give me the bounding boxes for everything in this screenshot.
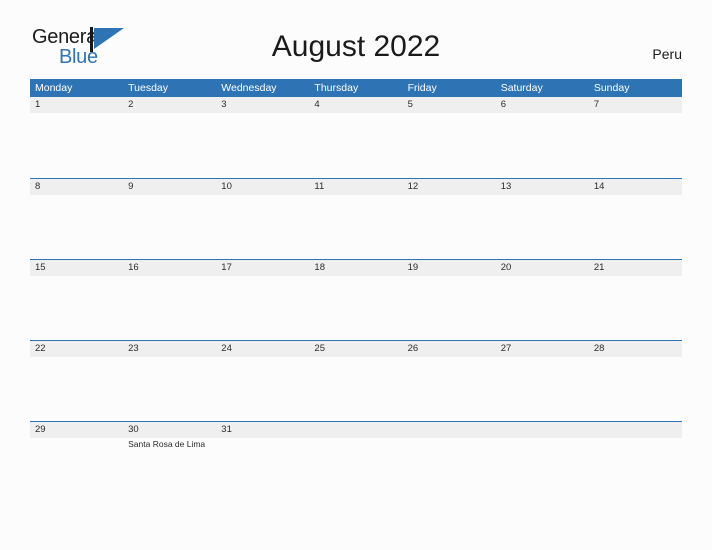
day-number: 10 [221, 181, 232, 192]
calendar-day-cell[interactable]: 23 [123, 341, 216, 421]
day-number: 3 [221, 99, 227, 110]
calendar-day-cell[interactable]: 24 [216, 341, 309, 421]
day-number: 22 [35, 343, 46, 354]
calendar-day-cell[interactable]: 28 [589, 341, 682, 421]
calendar-day-cell-empty [309, 422, 402, 502]
weekday-header-saturday: Saturday [500, 82, 543, 94]
calendar-day-cell[interactable]: 25 [309, 341, 402, 421]
calendar-day-cell-empty [403, 422, 496, 502]
calendar-day-cell[interactable]: 29 [30, 422, 123, 502]
day-number: 1 [35, 99, 41, 110]
day-number: 5 [407, 99, 413, 110]
day-number: 7 [593, 99, 600, 110]
calendar-week-row: 29 30 Santa Rosa de Lima 31 [30, 421, 682, 502]
day-number: 16 [128, 262, 139, 273]
day-number: 27 [500, 343, 512, 354]
day-number: 12 [407, 181, 419, 192]
calendar-day-cell[interactable]: 16 [123, 260, 216, 340]
day-number: 20 [500, 262, 512, 273]
day-number: 4 [314, 99, 320, 110]
day-number: 13 [500, 181, 512, 192]
weekday-header-wednesday: Wednesday [221, 82, 277, 94]
day-number: 2 [128, 99, 134, 110]
day-number: 18 [314, 262, 325, 273]
day-events: Santa Rosa de Lima [128, 439, 212, 450]
day-number: 19 [407, 262, 419, 273]
page-header: General Blue August 2022 Peru [0, 0, 712, 74]
day-number: 28 [593, 343, 605, 354]
calendar-weeks: 1 2 3 4 5 6 7 8 9 10 11 12 13 14 15 16 17 18 19 20 21 22 23 24 2… [30, 97, 682, 502]
weekday-header-thursday: Thursday [314, 82, 359, 94]
calendar-day-cell[interactable]: 27 [496, 341, 589, 421]
calendar-day-cell[interactable]: 21 [589, 260, 682, 340]
day-number: 15 [35, 262, 46, 273]
day-number: 9 [128, 181, 134, 192]
calendar-week-row: 1 2 3 4 5 6 7 [30, 97, 682, 178]
day-number: 23 [128, 343, 139, 354]
calendar-day-cell[interactable]: 7 [589, 97, 682, 178]
calendar-day-cell[interactable]: 8 [30, 179, 123, 259]
calendar-day-cell-empty [589, 422, 682, 502]
weekday-header-friday: Friday [407, 82, 437, 94]
calendar-day-cell[interactable]: 6 [496, 97, 589, 178]
day-number: 6 [500, 99, 506, 110]
calendar-day-cell[interactable]: 18 [309, 260, 402, 340]
calendar-week-row: 22 23 24 25 26 27 28 [30, 340, 682, 421]
day-number: 26 [407, 343, 419, 354]
calendar-day-cell[interactable]: 17 [216, 260, 309, 340]
calendar-day-cell[interactable]: 20 [496, 260, 589, 340]
weekday-header-row: Monday Tuesday Wednesday Thursday Friday… [30, 79, 682, 97]
calendar-day-cell[interactable]: 11 [309, 179, 402, 259]
calendar-day-cell[interactable]: 4 [309, 97, 402, 178]
calendar-day-cell[interactable]: 15 [30, 260, 123, 340]
calendar-day-cell[interactable]: 31 [216, 422, 309, 502]
calendar-day-cell[interactable]: 2 [123, 97, 216, 178]
calendar-day-cell[interactable]: 5 [403, 97, 496, 178]
weekday-header-tuesday: Tuesday [128, 82, 169, 94]
calendar-day-cell[interactable]: 13 [496, 179, 589, 259]
day-number: 21 [593, 262, 605, 273]
day-number: 17 [221, 262, 232, 273]
calendar-day-cell[interactable]: 1 [30, 97, 123, 178]
calendar-week-row: 15 16 17 18 19 20 21 [30, 259, 682, 340]
region-label: Peru [652, 46, 682, 62]
day-number: 29 [35, 424, 46, 435]
calendar-day-cell[interactable]: 12 [403, 179, 496, 259]
day-number: 31 [221, 424, 232, 435]
page-title: August 2022 [271, 30, 441, 63]
calendar-day-cell[interactable]: 30 Santa Rosa de Lima [123, 422, 216, 502]
calendar-grid: Monday Tuesday Wednesday Thursday Friday… [30, 79, 682, 502]
calendar-week-row: 8 9 10 11 12 13 14 [30, 178, 682, 259]
calendar-day-cell[interactable]: 10 [216, 179, 309, 259]
calendar-day-cell[interactable]: 22 [30, 341, 123, 421]
calendar-day-cell[interactable]: 9 [123, 179, 216, 259]
day-number: 14 [593, 181, 605, 192]
calendar-day-cell[interactable]: 14 [589, 179, 682, 259]
calendar-day-cell[interactable]: 26 [403, 341, 496, 421]
holiday-label: Santa Rosa de Lima [128, 439, 206, 449]
day-number: 11 [314, 181, 325, 192]
day-number: 30 [128, 424, 139, 435]
weekday-header-monday: Monday [35, 82, 73, 94]
calendar-day-cell-empty [496, 422, 589, 502]
calendar-day-cell[interactable]: 3 [216, 97, 309, 178]
weekday-header-sunday: Sunday [593, 82, 630, 94]
day-number: 24 [221, 343, 232, 354]
day-number: 25 [314, 343, 325, 354]
calendar-day-cell[interactable]: 19 [403, 260, 496, 340]
day-number: 8 [35, 181, 41, 192]
